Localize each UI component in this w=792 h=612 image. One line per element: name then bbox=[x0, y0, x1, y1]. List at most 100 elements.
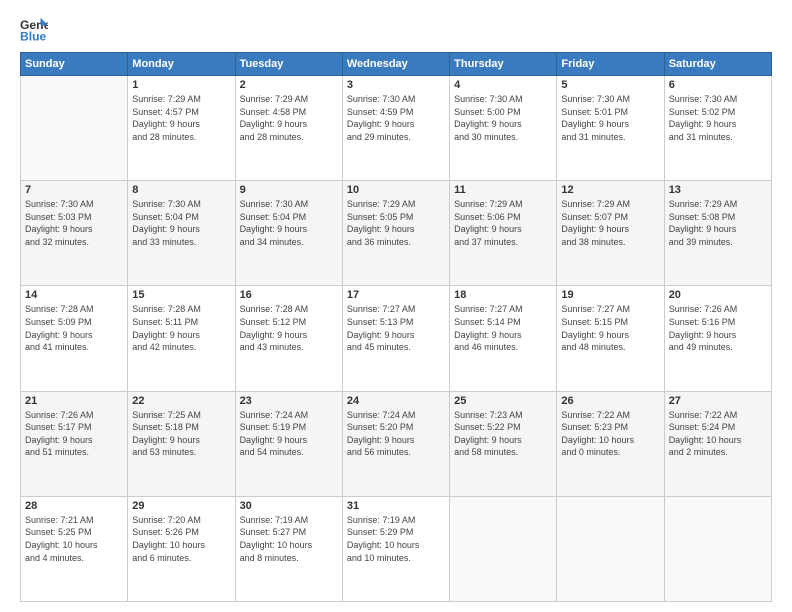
day-number: 3 bbox=[347, 79, 445, 91]
day-number: 4 bbox=[454, 79, 552, 91]
calendar-cell bbox=[21, 76, 128, 181]
logo: General Blue bbox=[20, 16, 48, 44]
calendar-week-4: 21 Sunrise: 7:26 AM Sunset: 5:17 PM Dayli… bbox=[21, 391, 772, 496]
calendar-cell: 24 Sunrise: 7:24 AM Sunset: 5:20 PM Dayli… bbox=[342, 391, 449, 496]
day-info: Sunrise: 7:30 AM Sunset: 5:01 PM Dayligh… bbox=[561, 93, 659, 143]
day-info: Sunrise: 7:20 AM Sunset: 5:26 PM Dayligh… bbox=[132, 514, 230, 564]
calendar-cell: 2 Sunrise: 7:29 AM Sunset: 4:58 PM Daylig… bbox=[235, 76, 342, 181]
header: General Blue bbox=[20, 16, 772, 44]
day-number: 23 bbox=[240, 395, 338, 407]
calendar-cell: 15Sunrise: 7:28 AM Sunset: 5:11 PM Dayli… bbox=[128, 286, 235, 391]
day-info: Sunrise: 7:26 AM Sunset: 5:16 PM Dayligh… bbox=[669, 303, 767, 353]
calendar-cell: 25 Sunrise: 7:23 AM Sunset: 5:22 PM Dayli… bbox=[450, 391, 557, 496]
calendar-cell: 19Sunrise: 7:27 AM Sunset: 5:15 PM Dayli… bbox=[557, 286, 664, 391]
day-number: 31 bbox=[347, 500, 445, 512]
day-number: 20 bbox=[669, 289, 767, 301]
day-info: Sunrise: 7:30 AM Sunset: 5:03 PM Dayligh… bbox=[25, 198, 123, 248]
calendar-week-3: 14Sunrise: 7:28 AM Sunset: 5:09 PM Dayli… bbox=[21, 286, 772, 391]
calendar-cell: 12Sunrise: 7:29 AM Sunset: 5:07 PM Dayli… bbox=[557, 181, 664, 286]
day-number: 22 bbox=[132, 395, 230, 407]
day-number: 18 bbox=[454, 289, 552, 301]
calendar-page: General Blue SundayMondayTuesdayWednesda… bbox=[0, 0, 792, 612]
day-info: Sunrise: 7:24 AM Sunset: 5:20 PM Dayligh… bbox=[347, 409, 445, 459]
calendar-cell: 27 Sunrise: 7:22 AM Sunset: 5:24 PM Dayli… bbox=[664, 391, 771, 496]
calendar-cell: 29 Sunrise: 7:20 AM Sunset: 5:26 PM Dayli… bbox=[128, 496, 235, 601]
calendar-cell: 7 Sunrise: 7:30 AM Sunset: 5:03 PM Daylig… bbox=[21, 181, 128, 286]
day-info: Sunrise: 7:19 AM Sunset: 5:29 PM Dayligh… bbox=[347, 514, 445, 564]
day-info: Sunrise: 7:21 AM Sunset: 5:25 PM Dayligh… bbox=[25, 514, 123, 564]
day-info: Sunrise: 7:22 AM Sunset: 5:24 PM Dayligh… bbox=[669, 409, 767, 459]
day-info: Sunrise: 7:19 AM Sunset: 5:27 PM Dayligh… bbox=[240, 514, 338, 564]
calendar-cell: 14Sunrise: 7:28 AM Sunset: 5:09 PM Dayli… bbox=[21, 286, 128, 391]
day-number: 21 bbox=[25, 395, 123, 407]
calendar-cell: 3 Sunrise: 7:30 AM Sunset: 4:59 PM Daylig… bbox=[342, 76, 449, 181]
day-info: Sunrise: 7:29 AM Sunset: 5:08 PM Dayligh… bbox=[669, 198, 767, 248]
day-info: Sunrise: 7:27 AM Sunset: 5:13 PM Dayligh… bbox=[347, 303, 445, 353]
day-info: Sunrise: 7:30 AM Sunset: 5:04 PM Dayligh… bbox=[240, 198, 338, 248]
day-number: 24 bbox=[347, 395, 445, 407]
calendar-cell: 30 Sunrise: 7:19 AM Sunset: 5:27 PM Dayli… bbox=[235, 496, 342, 601]
calendar-cell bbox=[664, 496, 771, 601]
calendar-week-1: 1Sunrise: 7:29 AM Sunset: 4:57 PM Daylig… bbox=[21, 76, 772, 181]
day-number: 2 bbox=[240, 79, 338, 91]
day-number: 11 bbox=[454, 184, 552, 196]
calendar-cell: 26 Sunrise: 7:22 AM Sunset: 5:23 PM Dayli… bbox=[557, 391, 664, 496]
day-info: Sunrise: 7:29 AM Sunset: 4:57 PM Dayligh… bbox=[132, 93, 230, 143]
calendar-cell bbox=[557, 496, 664, 601]
day-number: 10 bbox=[347, 184, 445, 196]
calendar-cell: 1Sunrise: 7:29 AM Sunset: 4:57 PM Daylig… bbox=[128, 76, 235, 181]
calendar-cell: 23Sunrise: 7:24 AM Sunset: 5:19 PM Dayli… bbox=[235, 391, 342, 496]
day-info: Sunrise: 7:30 AM Sunset: 5:02 PM Dayligh… bbox=[669, 93, 767, 143]
day-info: Sunrise: 7:23 AM Sunset: 5:22 PM Dayligh… bbox=[454, 409, 552, 459]
day-number: 13 bbox=[669, 184, 767, 196]
day-number: 7 bbox=[25, 184, 123, 196]
weekday-header-saturday: Saturday bbox=[664, 53, 771, 76]
calendar-cell: 13 Sunrise: 7:29 AM Sunset: 5:08 PM Dayli… bbox=[664, 181, 771, 286]
weekday-header-wednesday: Wednesday bbox=[342, 53, 449, 76]
weekday-header-row: SundayMondayTuesdayWednesdayThursdayFrid… bbox=[21, 53, 772, 76]
day-number: 29 bbox=[132, 500, 230, 512]
day-number: 16 bbox=[240, 289, 338, 301]
day-number: 5 bbox=[561, 79, 659, 91]
day-info: Sunrise: 7:27 AM Sunset: 5:14 PM Dayligh… bbox=[454, 303, 552, 353]
day-number: 25 bbox=[454, 395, 552, 407]
day-info: Sunrise: 7:22 AM Sunset: 5:23 PM Dayligh… bbox=[561, 409, 659, 459]
day-info: Sunrise: 7:30 AM Sunset: 5:04 PM Dayligh… bbox=[132, 198, 230, 248]
calendar-table: SundayMondayTuesdayWednesdayThursdayFrid… bbox=[20, 52, 772, 602]
day-info: Sunrise: 7:30 AM Sunset: 5:00 PM Dayligh… bbox=[454, 93, 552, 143]
calendar-cell: 28 Sunrise: 7:21 AM Sunset: 5:25 PM Dayli… bbox=[21, 496, 128, 601]
day-number: 26 bbox=[561, 395, 659, 407]
day-number: 19 bbox=[561, 289, 659, 301]
weekday-header-friday: Friday bbox=[557, 53, 664, 76]
calendar-cell: 22 Sunrise: 7:25 AM Sunset: 5:18 PM Dayli… bbox=[128, 391, 235, 496]
calendar-cell: 21 Sunrise: 7:26 AM Sunset: 5:17 PM Dayli… bbox=[21, 391, 128, 496]
calendar-cell: 17 Sunrise: 7:27 AM Sunset: 5:13 PM Dayli… bbox=[342, 286, 449, 391]
day-number: 15 bbox=[132, 289, 230, 301]
calendar-cell: 6 Sunrise: 7:30 AM Sunset: 5:02 PM Daylig… bbox=[664, 76, 771, 181]
weekday-header-monday: Monday bbox=[128, 53, 235, 76]
day-number: 27 bbox=[669, 395, 767, 407]
day-info: Sunrise: 7:30 AM Sunset: 4:59 PM Dayligh… bbox=[347, 93, 445, 143]
calendar-week-5: 28 Sunrise: 7:21 AM Sunset: 5:25 PM Dayli… bbox=[21, 496, 772, 601]
day-info: Sunrise: 7:25 AM Sunset: 5:18 PM Dayligh… bbox=[132, 409, 230, 459]
calendar-cell: 18 Sunrise: 7:27 AM Sunset: 5:14 PM Dayli… bbox=[450, 286, 557, 391]
calendar-cell: 20 Sunrise: 7:26 AM Sunset: 5:16 PM Dayli… bbox=[664, 286, 771, 391]
calendar-cell: 10Sunrise: 7:29 AM Sunset: 5:05 PM Dayli… bbox=[342, 181, 449, 286]
day-info: Sunrise: 7:26 AM Sunset: 5:17 PM Dayligh… bbox=[25, 409, 123, 459]
weekday-header-thursday: Thursday bbox=[450, 53, 557, 76]
weekday-header-sunday: Sunday bbox=[21, 53, 128, 76]
weekday-header-tuesday: Tuesday bbox=[235, 53, 342, 76]
calendar-week-2: 7 Sunrise: 7:30 AM Sunset: 5:03 PM Daylig… bbox=[21, 181, 772, 286]
calendar-cell: 4 Sunrise: 7:30 AM Sunset: 5:00 PM Daylig… bbox=[450, 76, 557, 181]
day-info: Sunrise: 7:29 AM Sunset: 5:07 PM Dayligh… bbox=[561, 198, 659, 248]
calendar-cell: 16 Sunrise: 7:28 AM Sunset: 5:12 PM Dayli… bbox=[235, 286, 342, 391]
day-number: 6 bbox=[669, 79, 767, 91]
day-info: Sunrise: 7:28 AM Sunset: 5:12 PM Dayligh… bbox=[240, 303, 338, 353]
calendar-cell: 11 Sunrise: 7:29 AM Sunset: 5:06 PM Dayli… bbox=[450, 181, 557, 286]
day-number: 17 bbox=[347, 289, 445, 301]
day-number: 28 bbox=[25, 500, 123, 512]
day-info: Sunrise: 7:29 AM Sunset: 5:06 PM Dayligh… bbox=[454, 198, 552, 248]
day-info: Sunrise: 7:29 AM Sunset: 4:58 PM Dayligh… bbox=[240, 93, 338, 143]
day-number: 30 bbox=[240, 500, 338, 512]
calendar-cell: 8Sunrise: 7:30 AM Sunset: 5:04 PM Daylig… bbox=[128, 181, 235, 286]
